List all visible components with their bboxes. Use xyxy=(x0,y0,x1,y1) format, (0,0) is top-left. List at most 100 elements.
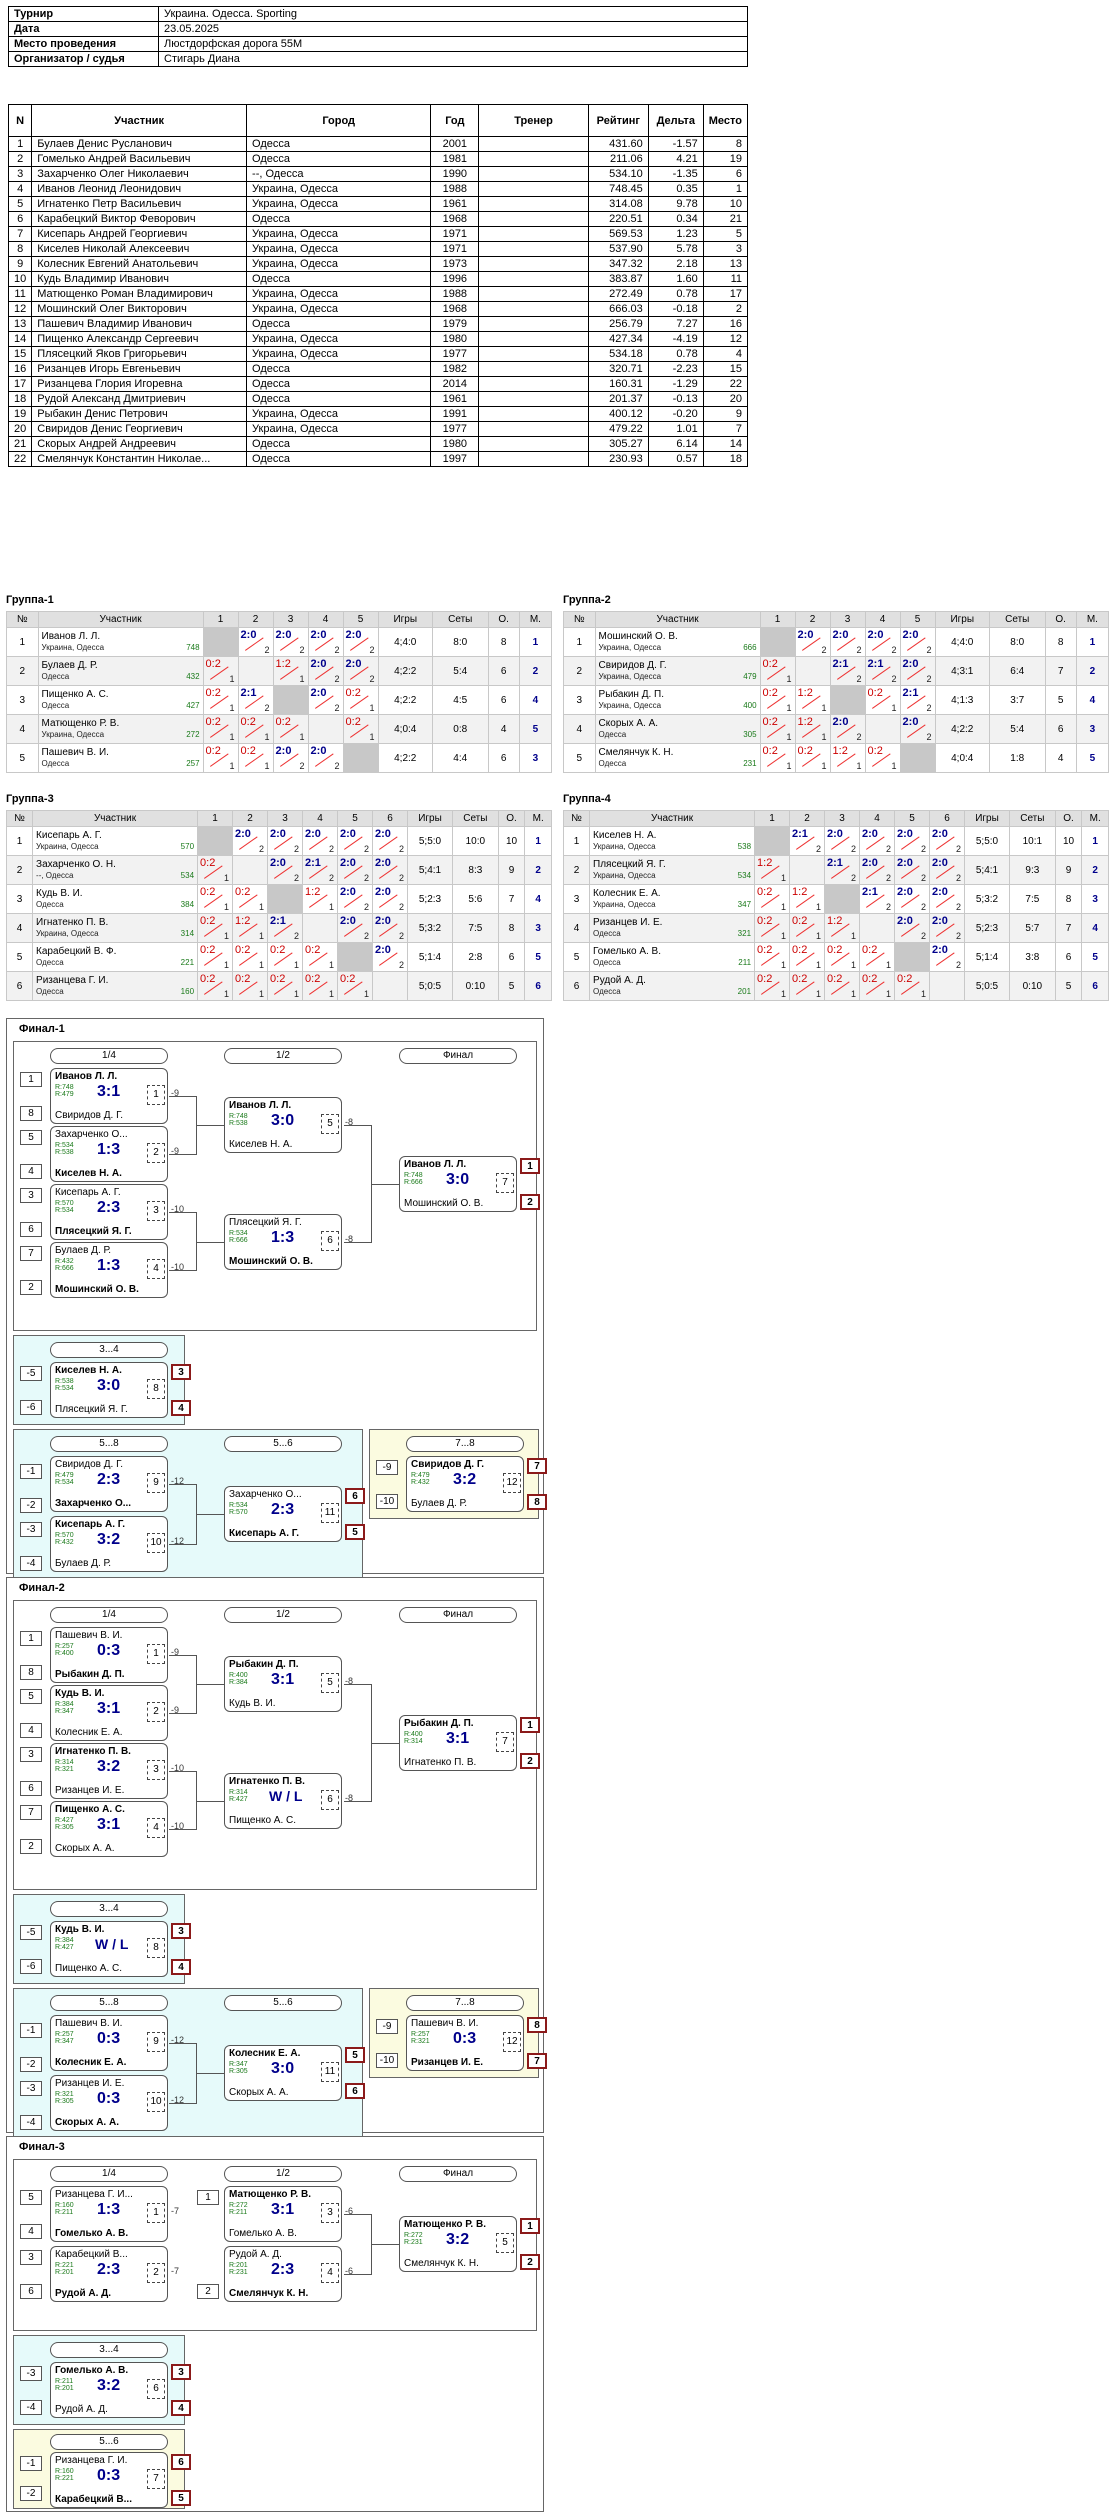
match-points: 1 xyxy=(816,931,822,941)
result-cell: 0:2 1 xyxy=(824,942,861,979)
match-points: 2 xyxy=(294,844,300,854)
match-score: 3:2 xyxy=(97,2377,121,2394)
participant-row: 10 Кудь Владимир Иванович Одесса 1996 383.87… xyxy=(7,271,749,287)
match-box[interactable]: Иванов Л. Л. R:748 R:479 3:1 1 Свиридов Д. Г. xyxy=(50,1068,168,1124)
match-points: 1 xyxy=(264,761,270,771)
match-box[interactable]: Матющенко Р. В. R:272 R:211 3:1 3 Гомелько А.… xyxy=(224,2186,342,2242)
ratings: R:321 R:305 xyxy=(55,2091,74,2105)
match-box[interactable]: Кудь В. И. R:384 R:347 3:1 2 Колесник Е. А. xyxy=(50,1685,168,1741)
sets: 8:3 xyxy=(451,855,499,885)
player-name: Кисепарь А. Г. xyxy=(36,830,102,841)
points: 8 xyxy=(487,627,520,657)
player-2: Мошинский О. В. xyxy=(55,1284,139,1295)
group-player: Ризанцев И. Е. 321 Одесса xyxy=(589,913,756,943)
seed-number: 3 xyxy=(20,1188,42,1203)
match-box[interactable]: Кисепарь А. Г. R:570 R:432 3:2 10 Булаев Д. Р… xyxy=(50,1516,168,1572)
player-2: Пищенко А. С. xyxy=(229,1815,297,1826)
match-box[interactable]: Захарченко О... R:534 R:538 1:3 2 Киселев Н. … xyxy=(50,1126,168,1182)
seed-number: -10 xyxy=(376,2053,398,2068)
participant-cell: 537.90 xyxy=(587,241,649,257)
participant-cell: 4 xyxy=(7,181,33,197)
match-box[interactable]: Пашевич В. И. R:257 R:347 0:3 9 Колесник Е. А… xyxy=(50,2015,168,2071)
group-player: Мошинский О. В. 666 Украина, Одесса xyxy=(594,627,761,657)
set-score: 2:0 xyxy=(305,828,321,840)
participant-cell: Одесса xyxy=(246,211,432,227)
group-rank: 4 xyxy=(5,913,34,943)
place: 2 xyxy=(1075,656,1110,686)
match-box[interactable]: Киселев Н. А. R:538 R:534 3:0 8 Плясецкий Я. … xyxy=(50,1362,168,1418)
match-box[interactable]: Иванов Л. Л. R:748 R:666 3:0 7 Мошинский О. В… xyxy=(399,1156,517,1212)
set-score: 2:1 xyxy=(902,687,919,699)
connector-line xyxy=(169,1713,197,1714)
match-box[interactable]: Пищенко А. С. R:427 R:305 3:1 4 Скорых А. А. xyxy=(50,1801,168,1857)
match-box[interactable]: Игнатенко П. В. R:314 R:321 3:2 3 Ризанцев И.… xyxy=(50,1743,168,1799)
group-col-header: Участник xyxy=(594,611,761,628)
match-box[interactable]: Матющенко Р. В. R:272 R:231 3:2 5 Смелянчук К… xyxy=(399,2216,517,2272)
ratings: R:400 R:314 xyxy=(404,1731,423,1745)
match-result: 0:2 1 xyxy=(233,885,267,921)
match-points: 2 xyxy=(369,645,375,655)
match-number: 3 xyxy=(147,1760,165,1780)
result-cell: 0:2 1 xyxy=(232,942,269,979)
match-box[interactable]: Захарченко О... R:534 R:570 2:3 11 Кисепарь А… xyxy=(224,1486,342,1542)
group-col-header: Участник xyxy=(589,810,756,827)
set-score: 0:2 xyxy=(792,944,808,956)
match-result: 2:1 2 xyxy=(303,856,337,892)
ratings: R:257 R:400 xyxy=(55,1643,74,1657)
match-number: 7 xyxy=(147,2469,165,2489)
match-box[interactable]: Гомелько А. В. R:211 R:201 3:2 6 Рудой А. Д. xyxy=(50,2362,168,2418)
match-box[interactable]: Иванов Л. Л. R:748 R:538 3:0 5 Киселев Н. А. xyxy=(224,1097,342,1153)
result-cell: 2:0 2 xyxy=(899,714,936,751)
match-box[interactable]: Рыбакин Д. П. R:400 R:384 3:1 5 Кудь В. И. xyxy=(224,1656,342,1712)
group-col-header: 3 xyxy=(824,810,861,827)
seed-number: -2 xyxy=(20,2486,42,2501)
result-cell: 1:2 1 xyxy=(794,685,831,722)
set-score: 2:0 xyxy=(375,886,391,898)
match-result: 2:0 2 xyxy=(233,827,267,863)
match-box[interactable]: Свиридов Д. Г. R:479 R:432 3:2 12 Булаев Д. Р… xyxy=(406,1456,524,1512)
match-box[interactable]: Кисепарь А. Г. R:570 R:534 2:3 3 Плясецкий Я.… xyxy=(50,1184,168,1240)
bracket-main: 1/4 1/2 Финал 1 8 Иванов Л. Л. R:748 R:479 3:1 1 С… xyxy=(13,1041,540,1331)
player-2: Рудой А. Д. xyxy=(55,2288,112,2299)
match-box[interactable]: Рудой А. Д. R:201 R:231 2:3 4 Смелянчук К. Н. xyxy=(224,2246,342,2302)
player-rating: 570 xyxy=(180,842,195,851)
set-score: 2:0 xyxy=(375,828,391,840)
player-name: Матющенко Р. В. xyxy=(41,718,120,729)
match-box[interactable]: Свиридов Д. Г. R:479 R:534 2:3 9 Захарченко О… xyxy=(50,1456,168,1512)
match-result: 0:2 1 xyxy=(761,715,795,751)
group-table: № Участник 1 2 3 4 5 Игры Сеты О. М. 1 Мошинский О. … xyxy=(563,611,1110,780)
match-box[interactable]: Игнатенко П. В. R:314 R:427 W / L 6 Пищенко А… xyxy=(224,1773,342,1829)
match-box[interactable]: Пашевич В. И. R:257 R:321 0:3 12 Ризанцев И. … xyxy=(406,2015,524,2071)
match-box[interactable]: Булаев Д. Р. R:432 R:666 1:3 4 Мошинский О. В… xyxy=(50,1242,168,1298)
match-box[interactable]: Ризанцева Г. И. R:160 R:221 0:3 7 Карабецкий … xyxy=(50,2452,168,2508)
player-rating: 538 xyxy=(737,842,752,851)
points: 5 xyxy=(1054,971,1083,1001)
participant-cell: Свиридов Денис Георгиевич xyxy=(31,421,248,437)
match-box[interactable]: Рыбакин Д. П. R:400 R:314 3:1 7 Игнатенко П. … xyxy=(399,1715,517,1771)
match-box[interactable]: Пашевич В. И. R:257 R:400 0:3 1 Рыбакин Д. П. xyxy=(50,1627,168,1683)
match-box[interactable]: Плясецкий Я. Г. R:534 R:666 1:3 6 Мошинский О… xyxy=(224,1214,342,1270)
match-box[interactable]: Кудь В. И. R:384 R:427 W / L 8 Пищенко А. С. xyxy=(50,1921,168,1977)
match-points: 2 xyxy=(891,674,897,684)
match-points: 2 xyxy=(399,873,405,883)
group-col-header: 1 xyxy=(202,611,239,628)
result-cell: 0:2 1 xyxy=(202,714,239,751)
group-rank: 4 xyxy=(562,913,591,943)
sets: 5:4 xyxy=(988,714,1046,744)
participant-cell: Одесса xyxy=(246,451,432,467)
match-box[interactable]: Карабецкий В... R:221 R:201 2:3 2 Рудой А. Д. xyxy=(50,2246,168,2302)
match-number: 11 xyxy=(321,2062,339,2082)
player-1: Ризанцева Г. И. xyxy=(55,2455,128,2466)
player-1: Захарченко О... xyxy=(229,1489,302,1500)
player-city-text: Одесса xyxy=(593,929,621,938)
match-result: 2:0 2 xyxy=(338,914,372,950)
match-box[interactable]: Ризанцев И. Е. R:321 R:305 0:3 10 Скорых А. А… xyxy=(50,2075,168,2131)
group-row: 3 Колесник Е. А. 347 Украина, Одесса 0:2 1 1:2… xyxy=(562,884,1109,921)
match-box[interactable]: Колесник Е. А. R:347 R:305 3:0 11 Скорых А. А… xyxy=(224,2045,342,2101)
match-points: 2 xyxy=(299,761,305,771)
connector-line xyxy=(371,1743,399,1744)
match-box[interactable]: Ризанцева Г. И... R:160 R:211 1:3 1 Гомелько … xyxy=(50,2186,168,2242)
points: 9 xyxy=(1054,855,1083,885)
player-1: Кисепарь А. Г. xyxy=(55,1187,121,1198)
participant-cell: 230.93 xyxy=(587,451,649,467)
